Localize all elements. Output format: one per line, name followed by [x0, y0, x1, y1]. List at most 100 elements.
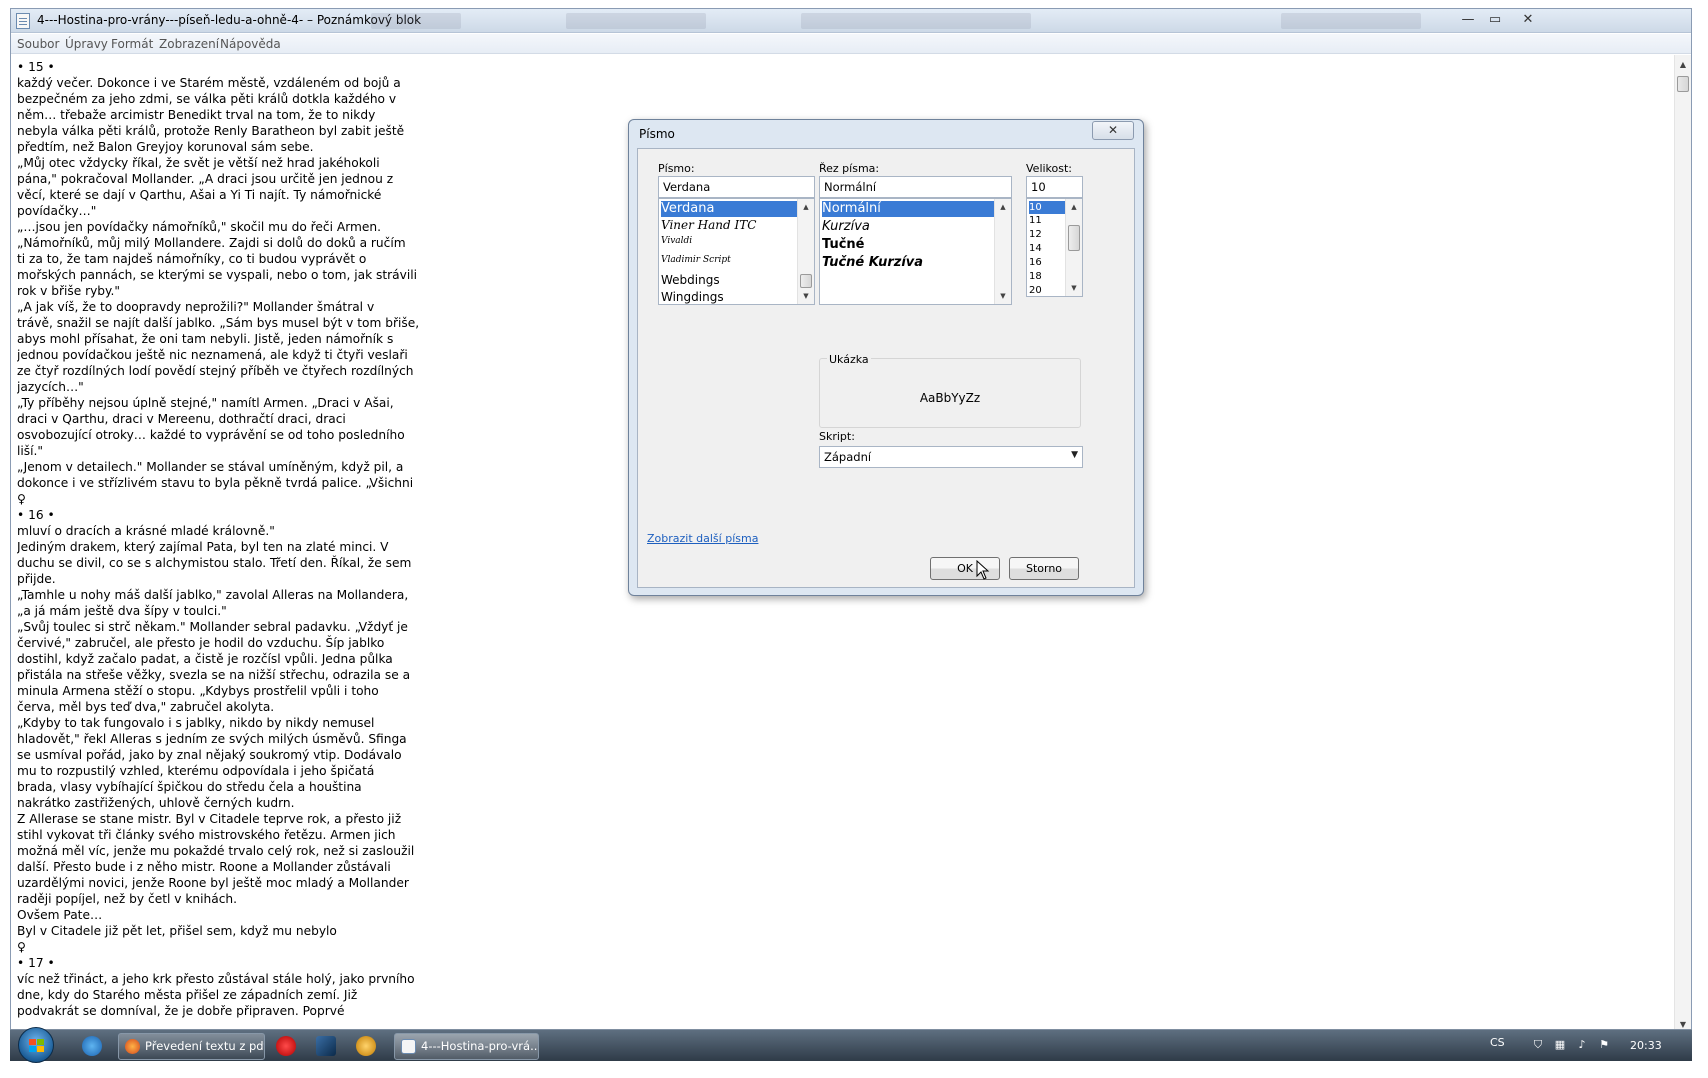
notepad-icon: [16, 13, 30, 29]
style-label: Řez písma:: [819, 162, 880, 175]
size-list-item[interactable]: 10: [1029, 201, 1067, 214]
size-list-item[interactable]: 18: [1029, 271, 1042, 282]
network-icon[interactable]: ▦: [1554, 1039, 1566, 1051]
style-list-item[interactable]: Kurzíva: [822, 219, 870, 234]
text-line: hladovět," řekl Alleras s jedním ze svýc…: [17, 732, 407, 746]
app-icon[interactable]: [356, 1036, 376, 1056]
background-window-ghost: [371, 13, 461, 29]
text-line: uzardělými novici, jenže Roone byl ještě…: [17, 876, 409, 890]
menu-view[interactable]: Zobrazení: [159, 37, 219, 51]
text-line: raději popíjel, než by četl v knihách.: [17, 892, 237, 906]
show-more-fonts-link[interactable]: Zobrazit další písma: [647, 532, 758, 545]
sample-text: AaBbYyZz: [919, 391, 981, 405]
style-list[interactable]: Normální Kurzíva Tučné Tučné Kurzíva ▲ ▼: [819, 198, 1012, 305]
text-line: ♀: [17, 940, 26, 954]
menu-edit[interactable]: Úpravy: [65, 37, 108, 51]
font-list-item[interactable]: Viner Hand ITC: [661, 218, 756, 232]
text-line: Byl v Citadele již pět let, přišel sem, …: [17, 924, 337, 938]
menu-help[interactable]: Nápověda: [220, 37, 281, 51]
close-button[interactable]: ✕: [1516, 10, 1540, 29]
font-input[interactable]: Verdana: [658, 176, 815, 198]
title-bar[interactable]: 4---Hostina-pro-vrány---píseň-ledu-a-ohn…: [11, 9, 1691, 33]
internet-explorer-icon[interactable]: [82, 1036, 102, 1056]
text-line: • 17 •: [17, 956, 55, 970]
size-list-item[interactable]: 16: [1029, 257, 1042, 268]
taskbar: Převedení textu z pdf... 4---Hostina-pro…: [10, 1027, 1692, 1063]
cancel-button[interactable]: Storno: [1009, 557, 1079, 580]
notepad-icon: [401, 1039, 416, 1054]
size-input[interactable]: 10: [1026, 176, 1083, 198]
text-line: stihl vykovat tři články svého mistrovsk…: [17, 828, 396, 842]
volume-icon[interactable]: ♪: [1576, 1039, 1588, 1051]
font-list-scrollbar[interactable]: ▲ ▼: [797, 199, 814, 304]
text-line: další. Přesto bude i z něho mistr. Roone…: [17, 860, 391, 874]
style-list-scrollbar[interactable]: ▲ ▼: [994, 199, 1011, 304]
text-line: • 15 •: [17, 60, 55, 74]
font-list-item[interactable]: Vivaldi: [661, 236, 692, 246]
scroll-down-icon[interactable]: ▼: [995, 289, 1011, 303]
clock[interactable]: 20:33: [1630, 1039, 1662, 1052]
text-line: červivé," zabručel, ale přesto je hodil …: [17, 636, 385, 650]
text-line: přistála na střeše věžky, svezla se na n…: [17, 668, 411, 682]
taskbar-button-label: Převedení textu z pdf...: [145, 1039, 265, 1053]
font-list-item[interactable]: Wingdings: [661, 290, 724, 304]
size-list-item[interactable]: 14: [1029, 243, 1042, 254]
menu-format[interactable]: Formát: [111, 37, 153, 51]
scroll-thumb[interactable]: [1677, 76, 1689, 92]
taskbar-button-firefox[interactable]: Převedení textu z pdf...: [118, 1033, 265, 1060]
start-button[interactable]: [18, 1027, 54, 1063]
font-list-item[interactable]: Verdana: [661, 201, 798, 217]
text-line: červa, měl bys teď dva," zabručel akolyt…: [17, 700, 275, 714]
scroll-down-icon[interactable]: ▼: [798, 289, 814, 303]
shield-icon[interactable]: ⛉: [1532, 1039, 1544, 1051]
script-value: Západní: [824, 450, 872, 464]
style-list-item[interactable]: Normální: [822, 201, 995, 217]
text-line: minula Armena stěží o stopu. „Kdybys pro…: [17, 684, 379, 698]
firefox-icon: [125, 1039, 140, 1054]
font-list[interactable]: Verdana Viner Hand ITC Vivaldi Vladimir …: [658, 198, 815, 305]
size-list-item[interactable]: 20: [1029, 285, 1042, 296]
taskbar-button-notepad[interactable]: 4---Hostina-pro-vrá...: [394, 1033, 539, 1060]
flag-icon[interactable]: ⚑: [1598, 1039, 1610, 1051]
text-line: možná měl víc, jenže mu pokaždé trvalo c…: [17, 844, 415, 858]
scroll-up-icon[interactable]: ▲: [798, 200, 814, 214]
size-list[interactable]: 10 11 12 14 16 18 20 ▲ ▼: [1026, 198, 1083, 297]
text-line: Ovšem Pate…: [17, 908, 103, 922]
text-line: „Svůj toulec si strč někam." Mollander s…: [17, 620, 408, 634]
text-line: dostihl, když začalo padat, a čistě je r…: [17, 652, 393, 666]
text-line: bezpečném za jeho zdmi, se válka pěti kr…: [17, 92, 397, 106]
sample-label: Ukázka: [827, 353, 871, 366]
font-list-item[interactable]: Vladimir Script: [661, 255, 731, 265]
vertical-scrollbar[interactable]: ▲ ▼: [1674, 55, 1691, 1035]
mouse-cursor-icon: [976, 560, 990, 580]
maximize-button[interactable]: ▭: [1483, 10, 1507, 29]
minimize-button[interactable]: —: [1456, 10, 1480, 29]
size-list-item[interactable]: 11: [1029, 215, 1042, 226]
size-list-scrollbar[interactable]: ▲ ▼: [1065, 199, 1082, 296]
dialog-close-button[interactable]: ✕: [1092, 121, 1134, 140]
scroll-down-icon[interactable]: ▼: [1066, 281, 1082, 295]
app-icon[interactable]: [316, 1036, 336, 1056]
size-list-item[interactable]: 12: [1029, 229, 1042, 240]
language-indicator[interactable]: CS: [1490, 1036, 1505, 1049]
style-list-item[interactable]: Tučné: [822, 237, 864, 252]
text-line: podvakrát se domníval, že je dobře připr…: [17, 1004, 345, 1018]
style-list-item[interactable]: Tučné Kurzíva: [822, 255, 923, 270]
menu-bar: Soubor Úpravy Formát Zobrazení Nápověda: [11, 34, 1691, 54]
dialog-title: Písmo: [639, 127, 675, 141]
taskbar-button-label: 4---Hostina-pro-vrá...: [421, 1039, 539, 1053]
scroll-thumb[interactable]: [1068, 225, 1080, 251]
size-label: Velikost:: [1026, 162, 1073, 175]
scroll-up-icon[interactable]: ▲: [995, 200, 1011, 214]
font-list-item[interactable]: Webdings: [661, 273, 720, 287]
scroll-thumb[interactable]: [800, 274, 812, 288]
script-select[interactable]: Západní ▼: [819, 446, 1083, 468]
style-input[interactable]: Normální: [819, 176, 1012, 198]
scroll-up-icon[interactable]: ▲: [1066, 200, 1082, 214]
font-dialog: Písmo ✕ Písmo: Verdana Verdana Viner Han…: [628, 119, 1144, 596]
text-line: Z Allerase se stane mistr. Byl v Citadel…: [17, 812, 402, 826]
opera-icon[interactable]: [276, 1036, 296, 1056]
scroll-up-icon[interactable]: ▲: [1675, 57, 1691, 73]
text-line: „Kdyby to tak fungovalo i s jablky, nikd…: [17, 716, 375, 730]
menu-file[interactable]: Soubor: [17, 37, 59, 51]
